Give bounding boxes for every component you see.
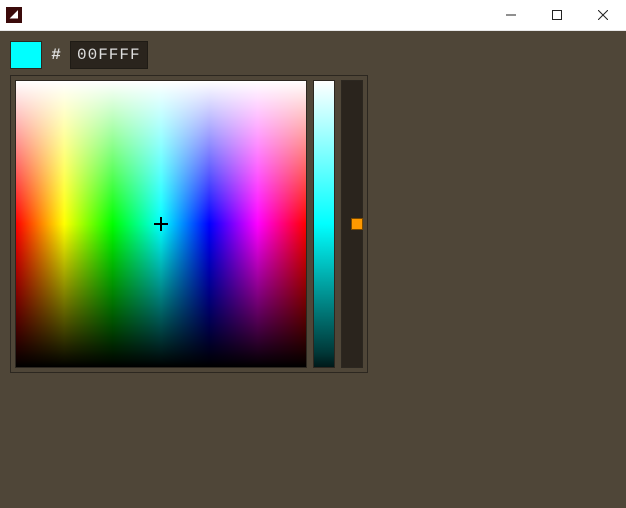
minimize-button[interactable]	[488, 0, 534, 30]
app-glyph: ◢	[10, 9, 18, 21]
hex-value: 00FFFF	[77, 46, 141, 64]
titlebar: ◢	[0, 0, 626, 31]
client-area: # 00FFFF	[0, 31, 626, 508]
maximize-button[interactable]	[534, 0, 580, 30]
app-icon: ◢	[6, 7, 22, 23]
hash-label: #	[44, 41, 68, 69]
secondary-slider[interactable]	[341, 80, 363, 368]
window-controls	[488, 0, 626, 30]
close-button[interactable]	[580, 0, 626, 30]
hex-row: # 00FFFF	[10, 41, 616, 69]
minimize-icon	[506, 10, 516, 20]
slider-handle-icon[interactable]	[351, 218, 363, 230]
lightness-slider[interactable]	[313, 80, 335, 368]
hex-input[interactable]: 00FFFF	[70, 41, 148, 69]
close-icon	[598, 10, 608, 20]
titlebar-left: ◢	[0, 7, 28, 23]
spectrum-area[interactable]	[15, 80, 307, 368]
color-swatch[interactable]	[10, 41, 42, 69]
crosshair-icon	[154, 217, 168, 231]
maximize-icon	[552, 10, 562, 20]
picker-frame	[10, 75, 368, 373]
